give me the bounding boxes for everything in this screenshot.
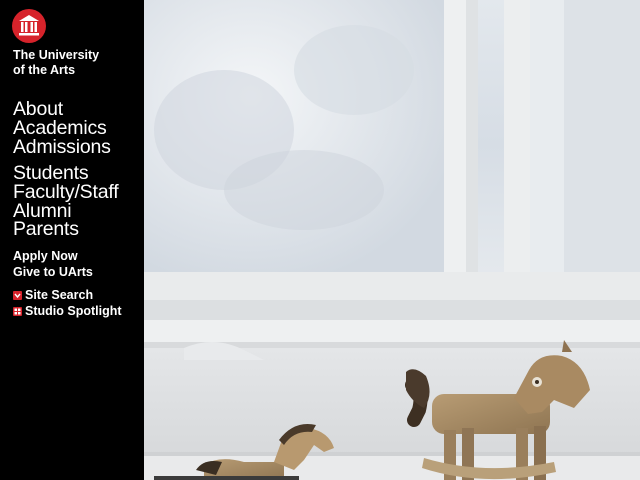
university-name-line2: of the Arts <box>13 63 76 77</box>
audience-nav: Students Faculty/Staff Alumni Parents <box>13 163 119 239</box>
nav-item-faculty-staff[interactable]: Faculty/Staff <box>13 182 119 202</box>
tools-nav: Site Search Studio Spotlight <box>13 287 122 319</box>
grid-icon <box>13 306 22 316</box>
university-logo-icon <box>12 9 46 43</box>
nav-item-academics[interactable]: Academics <box>13 118 111 138</box>
sidebar: The University of the Arts About Academi… <box>0 0 144 480</box>
chevron-down-icon <box>13 290 22 300</box>
site-search-link[interactable]: Site Search <box>13 287 122 303</box>
studio-spotlight-link[interactable]: Studio Spotlight <box>13 303 122 319</box>
studio-spotlight-label: Studio Spotlight <box>25 304 122 318</box>
university-name-line1: The University <box>13 48 100 62</box>
site-search-label: Site Search <box>25 288 94 302</box>
nav-item-students[interactable]: Students <box>13 163 118 183</box>
nav-item-admissions[interactable]: Admissions <box>13 137 111 157</box>
nav-item-about[interactable]: About <box>13 99 111 119</box>
secondary-nav: Apply Now Give to UArts <box>13 248 93 280</box>
give-to-uarts-link[interactable]: Give to UArts <box>13 264 93 280</box>
university-name[interactable]: The University of the Arts <box>13 48 99 78</box>
hero-image <box>144 0 640 480</box>
primary-nav: About Academics Admissions <box>13 99 111 157</box>
apply-now-link[interactable]: Apply Now <box>13 248 93 264</box>
nav-item-parents[interactable]: Parents <box>13 220 118 239</box>
hero-photo <box>144 0 640 480</box>
